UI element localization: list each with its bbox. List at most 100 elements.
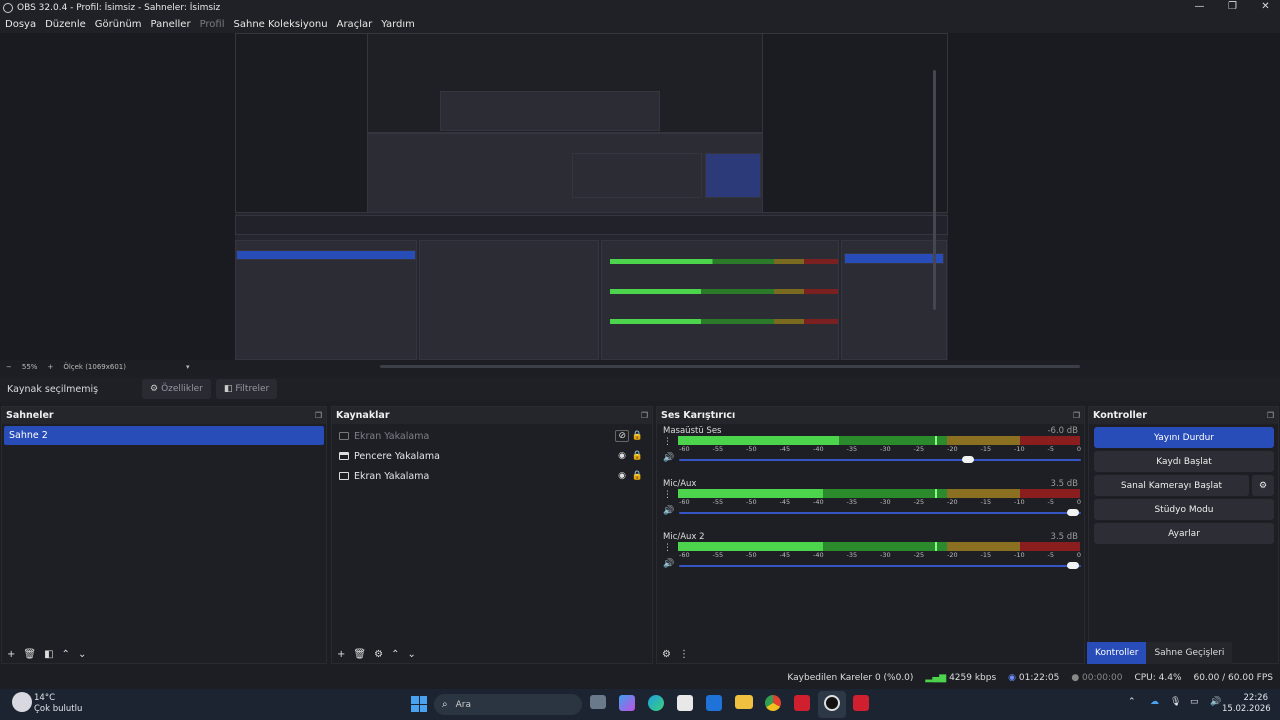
dropped-frames: Kaybedilen Kareler 0 (%0.0) [787, 673, 914, 683]
microphone-icon[interactable]: 🎙 [1170, 697, 1181, 707]
menu-file[interactable]: Dosya [5, 19, 36, 30]
channel-menu-icon[interactable]: ⋮ [663, 544, 672, 553]
more-options-icon[interactable]: ⋮ [679, 649, 689, 660]
zoom-in-button[interactable]: + [47, 363, 53, 371]
menu-help[interactable]: Yardım [381, 19, 415, 30]
chevron-down-icon[interactable]: ▾ [186, 363, 190, 371]
scene-item-sahne-2[interactable]: Sahne 2 [4, 426, 324, 445]
lock-icon[interactable]: 🔒 [632, 451, 643, 461]
chevron-up-icon[interactable]: ⌃ [1128, 697, 1136, 707]
nested-meter [610, 319, 838, 324]
speaker-icon[interactable]: 🔊 [663, 506, 674, 516]
search-icon: ⌕ [442, 699, 448, 710]
filter-icon: ◧ [223, 384, 233, 394]
preview-horizontal-scrollbar[interactable] [380, 365, 1080, 368]
lock-icon[interactable]: 🔒 [632, 431, 643, 441]
float-dock-icon[interactable]: ❐ [1267, 411, 1274, 420]
clock-date[interactable]: 15.02.2026 [1222, 704, 1271, 714]
mail-icon[interactable] [706, 695, 722, 711]
file-explorer-icon[interactable] [735, 695, 753, 709]
preview-canvas[interactable] [235, 33, 948, 360]
cloud-icon[interactable]: ☁ [1150, 697, 1159, 707]
volume-slider-knob[interactable] [962, 456, 975, 463]
volume-slider-knob[interactable] [1066, 562, 1079, 569]
chrome-icon[interactable] [765, 695, 781, 711]
weather-icon[interactable] [12, 692, 32, 712]
move-down-icon[interactable]: ⌄ [407, 649, 415, 660]
source-item[interactable]: Pencere Yakalama ◉ 🔒 [332, 446, 652, 466]
signal-icon: ▂▄▆ [925, 673, 947, 683]
meter-segment [947, 542, 1020, 551]
float-dock-icon[interactable]: ❐ [315, 411, 322, 420]
taskbar-search[interactable]: ⌕ Ara [434, 694, 582, 715]
menu-edit[interactable]: Düzenle [45, 19, 86, 30]
menu-tools[interactable]: Araçlar [337, 19, 373, 30]
volume-slider-track[interactable] [679, 565, 1081, 567]
cpu-usage: CPU: 4.4% [1134, 673, 1182, 683]
stop-streaming-button[interactable]: Yayını Durdur [1094, 427, 1274, 448]
clock-time[interactable]: 22:26 [1232, 693, 1269, 703]
filters-button[interactable]: ◧ Filtreler [215, 379, 278, 399]
studio-mode-button[interactable]: Stüdyo Modu [1094, 499, 1274, 520]
scale-select[interactable]: Ölçek (1069x601) [63, 363, 126, 371]
tab-controls[interactable]: Kontroller [1087, 642, 1147, 664]
copilot-icon[interactable] [619, 695, 635, 711]
tab-scene-transitions[interactable]: Sahne Geçişleri [1146, 642, 1233, 664]
source-item[interactable]: Ekran Yakalama ◉ 🔒 [332, 466, 652, 486]
start-recording-button[interactable]: Kaydı Başlat [1094, 451, 1274, 472]
channel-menu-icon[interactable]: ⋮ [663, 438, 672, 447]
obs-logo-icon [3, 3, 13, 13]
meter-segment [678, 436, 839, 445]
volume-slider-track[interactable] [679, 512, 1081, 514]
windows-start-icon[interactable] [411, 696, 427, 712]
tick-label: -30 [880, 498, 891, 506]
move-up-icon[interactable]: ⌃ [62, 649, 70, 660]
tick-label: -25 [913, 445, 925, 453]
minimize-button[interactable]: — [1183, 0, 1216, 14]
lock-icon[interactable]: 🔒 [632, 471, 643, 481]
preview-vertical-scrollbar[interactable] [933, 70, 936, 310]
maximize-button[interactable]: ❐ [1216, 0, 1249, 14]
channel-menu-icon[interactable]: ⋮ [663, 491, 672, 500]
gear-icon[interactable]: ⚙ [374, 649, 383, 660]
eye-hidden-icon[interactable]: ⊘ [615, 430, 629, 442]
add-source-icon[interactable]: + [337, 649, 345, 660]
speaker-icon[interactable]: 🔊 [663, 559, 674, 569]
settings-button[interactable]: Ayarlar [1094, 523, 1274, 544]
record-icon: ● [1071, 673, 1080, 683]
app-icon[interactable] [853, 695, 869, 711]
scene-filters-icon[interactable]: ◧ [44, 649, 53, 660]
menu-docks[interactable]: Paneller [151, 19, 191, 30]
eye-icon[interactable]: ◉ [618, 471, 626, 481]
add-scene-icon[interactable]: + [7, 649, 15, 660]
edge-icon[interactable] [648, 695, 664, 711]
tick-label: -35 [846, 551, 858, 559]
float-dock-icon[interactable]: ❐ [1073, 411, 1080, 420]
speaker-icon[interactable]: 🔊 [663, 453, 674, 463]
menu-scene-collection[interactable]: Sahne Koleksiyonu [234, 19, 328, 30]
start-virtual-camera-button[interactable]: Sanal Kamerayı Başlat [1094, 475, 1249, 496]
advanced-audio-icon[interactable]: ⚙ [662, 649, 671, 660]
volume-slider-knob[interactable] [1066, 509, 1079, 516]
source-item[interactable]: Ekran Yakalama ⊘ 🔒 [332, 426, 652, 446]
volume-slider-track[interactable] [679, 459, 1081, 461]
search-label: Ara [455, 699, 471, 710]
menu-view[interactable]: Görünüm [95, 19, 142, 30]
eye-icon[interactable]: ◉ [618, 451, 626, 461]
task-view-icon[interactable] [590, 695, 606, 709]
tick-label: -5 [1047, 551, 1054, 559]
zoom-out-button[interactable]: − [6, 363, 12, 371]
network-icon[interactable]: ▭ [1190, 697, 1199, 707]
volume-icon[interactable]: 🔊 [1210, 697, 1221, 707]
move-down-icon[interactable]: ⌄ [78, 649, 86, 660]
properties-button[interactable]: ⚙ Özellikler [142, 379, 211, 399]
app-icon[interactable] [794, 695, 810, 711]
trash-icon[interactable]: 🗑 [23, 649, 36, 660]
virtual-camera-settings-icon[interactable]: ⚙ [1252, 475, 1274, 496]
menu-profile[interactable]: Profil [200, 19, 225, 30]
float-dock-icon[interactable]: ❐ [641, 411, 648, 420]
store-icon[interactable] [677, 695, 693, 711]
trash-icon[interactable]: 🗑 [353, 649, 366, 660]
close-button[interactable]: ✕ [1249, 0, 1280, 14]
move-up-icon[interactable]: ⌃ [391, 649, 399, 660]
